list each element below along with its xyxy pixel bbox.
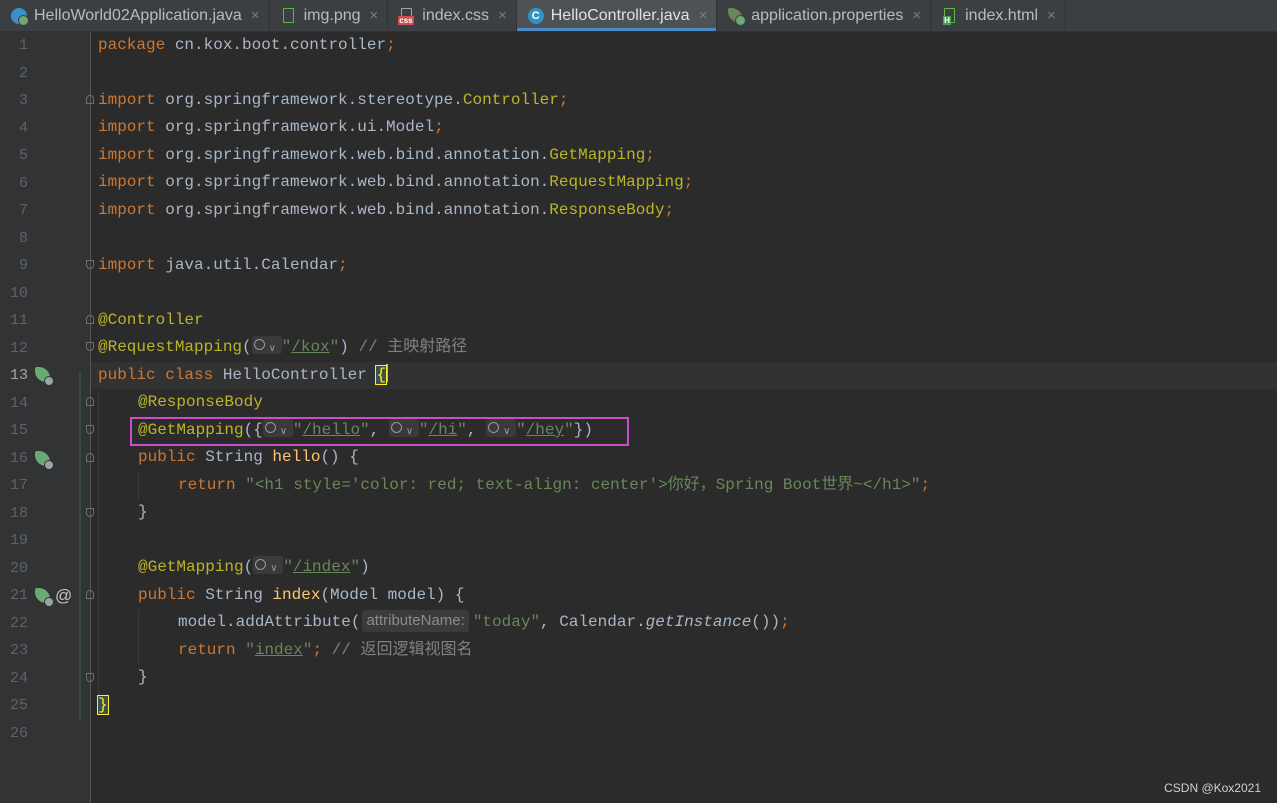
line-number: 19 <box>9 532 28 549</box>
fold-marker-icon[interactable] <box>86 425 94 434</box>
code-line-14[interactable]: @ResponseBody <box>138 389 263 416</box>
code-line-4[interactable]: import org.springframework.ui.Model; <box>98 114 444 141</box>
line-number: 5 <box>18 147 28 164</box>
line-number: 24 <box>9 669 28 687</box>
indent-guide <box>138 610 139 665</box>
tab-label: HelloController.java <box>550 6 690 24</box>
close-icon[interactable]: × <box>370 7 379 24</box>
tab-label: index.html <box>965 6 1039 24</box>
fold-marker-icon[interactable] <box>86 315 94 324</box>
close-icon[interactable]: × <box>498 7 507 24</box>
indent-guide <box>98 390 99 702</box>
line-number: 2 <box>18 64 28 82</box>
indent-guide <box>138 472 139 500</box>
code-line-6[interactable]: import org.springframework.web.bind.anno… <box>98 169 693 196</box>
code-line-21[interactable]: public String index(Model model) { <box>138 582 464 609</box>
web-endpoint-icon[interactable]: ∨ <box>388 419 419 437</box>
line-number: 22 <box>9 614 28 632</box>
web-endpoint-icon[interactable]: ∨ <box>253 556 284 574</box>
line-number: 11 <box>9 312 28 329</box>
line-number: 4 <box>18 119 28 137</box>
line-number: 7 <box>18 202 28 219</box>
fold-marker-icon[interactable] <box>86 397 94 406</box>
code-line-16[interactable]: public String hello() { <box>138 444 359 471</box>
fold-marker-icon[interactable] <box>86 453 94 462</box>
web-endpoint-icon[interactable]: ∨ <box>251 336 282 354</box>
matched-brace: { <box>375 365 388 385</box>
code-line-18[interactable]: } <box>138 499 148 526</box>
line-number: 3 <box>18 92 28 109</box>
tab-application-properties[interactable]: application.properties × <box>717 0 932 31</box>
spring-app-icon <box>10 7 29 26</box>
spring-endpoint-icon[interactable] <box>35 451 54 470</box>
watermark: CSDN @Kox2021 <box>1164 781 1261 795</box>
code-line-11[interactable]: @Controller <box>98 307 204 334</box>
code-line-20[interactable]: @GetMapping(∨ "/index") <box>138 554 370 581</box>
tab-helloworld02application[interactable]: HelloWorld02Application.java × <box>0 0 270 31</box>
close-icon[interactable]: × <box>698 7 707 24</box>
line-number: 10 <box>9 284 28 302</box>
line-number: 9 <box>18 257 28 274</box>
image-file-icon <box>280 7 298 25</box>
css-file-icon: css <box>398 7 416 25</box>
line-number: 8 <box>18 229 28 247</box>
code-line-9[interactable]: import java.util.Calendar; <box>98 252 348 279</box>
spring-bean-icon[interactable] <box>35 367 54 386</box>
tab-index-css[interactable]: css index.css × <box>388 0 517 31</box>
close-icon[interactable]: × <box>251 7 260 24</box>
text-caret <box>386 364 389 382</box>
code-line-15[interactable]: @GetMapping({∨ "/hello", ∨ "/hi", ∨ "/hey"}… <box>138 417 593 444</box>
code-line-7[interactable]: import org.springframework.web.bind.anno… <box>98 197 674 224</box>
fold-marker-icon[interactable] <box>86 95 94 104</box>
web-endpoint-icon[interactable]: ∨ <box>486 419 517 437</box>
parameter-hint: attributeName: <box>362 610 469 632</box>
close-icon[interactable]: × <box>912 7 921 24</box>
tab-hellocontroller[interactable]: C HelloController.java × <box>516 0 718 31</box>
vcs-change-marker[interactable] <box>79 372 81 719</box>
web-endpoint-icon[interactable]: ∨ <box>262 419 293 437</box>
code-line-25[interactable]: } <box>97 692 109 719</box>
code-line-1[interactable]: package cn.kox.boot.controller; <box>98 32 396 59</box>
line-number: 21 <box>9 587 28 604</box>
line-number: 23 <box>9 642 28 659</box>
tab-index-html[interactable]: H index.html × <box>931 0 1066 31</box>
line-number: 18 <box>9 504 28 522</box>
fold-marker-icon[interactable] <box>86 508 94 517</box>
code-line-5[interactable]: import org.springframework.web.bind.anno… <box>98 142 655 169</box>
at-sign-icon[interactable]: @ <box>55 587 72 604</box>
properties-file-icon <box>727 7 747 26</box>
code-line-23[interactable]: return "index"; // 返回逻辑视图名 <box>178 637 472 664</box>
fold-marker-icon[interactable] <box>86 260 94 269</box>
spring-endpoint-icon[interactable] <box>35 588 54 607</box>
line-number: 25 <box>9 697 28 714</box>
code-line-22[interactable]: model.addAttribute(attributeName: "today"… <box>178 609 790 636</box>
code-line-17[interactable]: return "<h1 style='color: red; text-alig… <box>178 472 930 499</box>
code-line-12[interactable]: @RequestMapping(∨ "/kox") // 主映射路径 <box>98 334 467 361</box>
close-icon[interactable]: × <box>1047 7 1056 24</box>
line-number: 1 <box>18 37 28 54</box>
code-line-24[interactable]: } <box>138 664 148 691</box>
fold-marker-icon[interactable] <box>86 673 94 682</box>
line-number: 12 <box>9 339 28 357</box>
line-number: 17 <box>9 477 28 494</box>
tab-label: index.css <box>422 6 489 24</box>
line-number: 14 <box>9 394 28 412</box>
html-file-icon: H <box>941 7 959 25</box>
fold-marker-icon[interactable] <box>86 590 94 599</box>
tab-label: HelloWorld02Application.java <box>34 6 242 24</box>
line-number: 13 <box>9 367 28 384</box>
fold-marker-icon[interactable] <box>86 342 94 351</box>
java-class-icon: C <box>527 7 545 25</box>
code-line-13[interactable]: public class HelloController { <box>98 362 389 389</box>
tab-img-png[interactable]: img.png × <box>270 0 389 31</box>
code-line-3[interactable]: import org.springframework.stereotype.Co… <box>98 87 568 114</box>
line-number: 20 <box>9 559 28 577</box>
line-number: 6 <box>18 174 28 192</box>
line-number: 15 <box>9 422 28 439</box>
line-number: 26 <box>9 724 28 742</box>
tab-label: img.png <box>303 6 361 24</box>
editor-tab-bar: HelloWorld02Application.java × img.png ×… <box>0 0 1277 32</box>
tab-label: application.properties <box>751 6 904 24</box>
line-number: 16 <box>9 449 28 467</box>
